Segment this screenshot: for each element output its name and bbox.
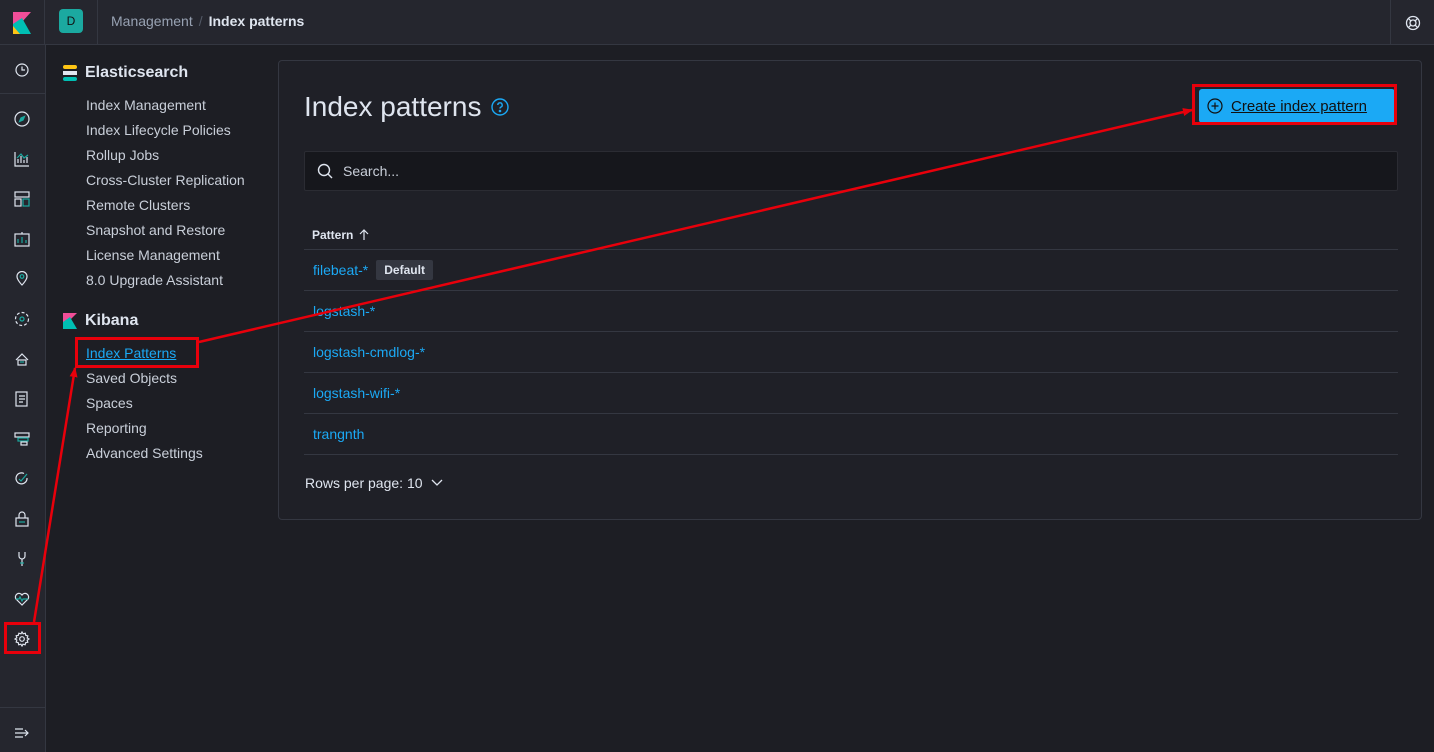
annotation-arrow-to-create-button — [198, 108, 1193, 344]
annotation-arrows — [32, 108, 1193, 623]
annotation-arrow-to-index-patterns — [32, 367, 78, 623]
